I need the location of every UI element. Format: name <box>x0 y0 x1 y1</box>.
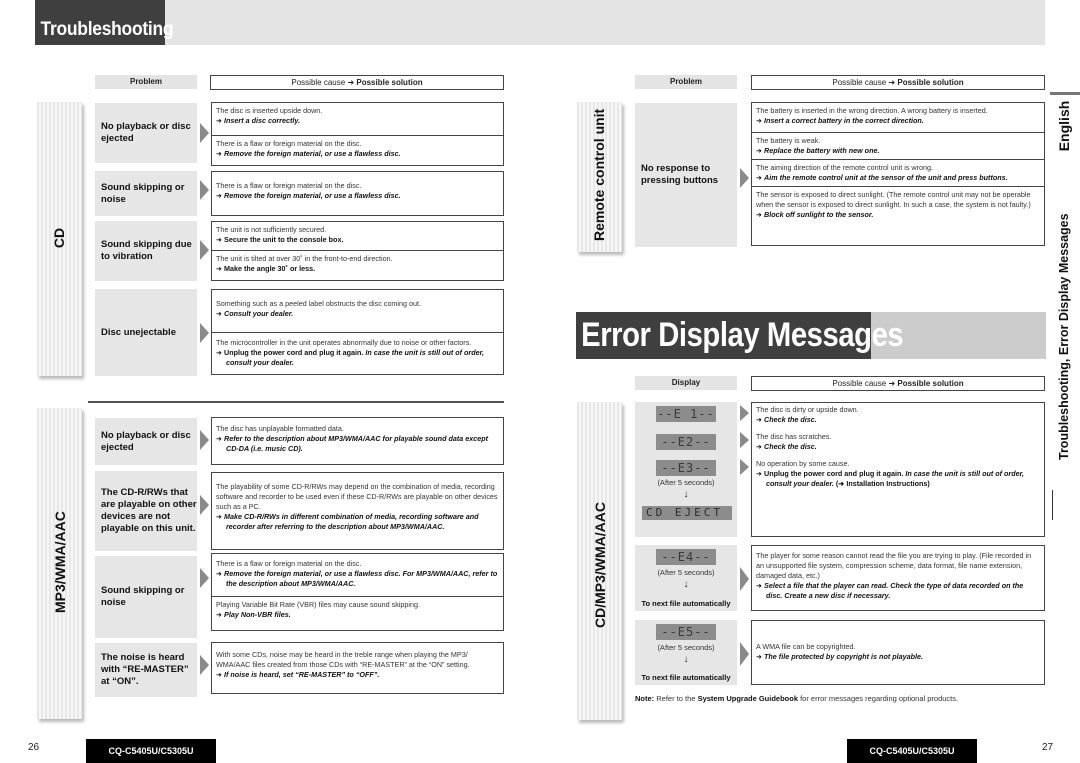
cause-cell: The unit is tilted at over 30˚ in the fr… <box>212 250 503 277</box>
cause-cell: A WMA file can be copyrighted. ➜ The fil… <box>756 642 923 661</box>
arrow-icon <box>200 240 209 260</box>
cause-box: The playability of some CD-R/RWs may dep… <box>211 472 504 550</box>
cause-cell: Playing Variable Bit Rate (VBR) files ma… <box>212 596 503 623</box>
cause-box: Something such as a peeled label obstruc… <box>211 289 504 375</box>
problem-no-response: No response to pressing buttons <box>635 103 737 247</box>
down-arrow-icon: ↓ <box>683 489 689 500</box>
display-column-header: Display <box>635 376 737 390</box>
lcd-display-e4: --E4-- <box>656 549 716 565</box>
error-display-title: Error Display Messages <box>576 312 904 359</box>
model-label: CQ-C5405U/C5305U <box>847 739 977 763</box>
lcd-display-e1: --E 1-- <box>656 406 716 422</box>
lcd-display-e3: --E3-- <box>656 460 716 476</box>
cause-cell: The aiming direction of the remote contr… <box>752 159 1044 186</box>
cause-cell: Something such as a peeled label obstruc… <box>216 299 421 318</box>
lcd-display-e5: --E5-- <box>656 624 716 640</box>
arrow-icon <box>200 180 209 200</box>
side-tab-divider <box>1052 490 1053 520</box>
cause-cell: The disc has unplayable formatted data. … <box>216 424 489 453</box>
page-number: 26 <box>28 742 40 753</box>
cause-box: The battery is inserted in the wrong dir… <box>751 102 1045 246</box>
arrow-icon <box>200 655 209 675</box>
problem-sound-skipping-mp3: Sound skipping or noise <box>95 556 197 638</box>
cause-box: With some CDs, noise may be heard in the… <box>211 642 504 694</box>
arrow-icon <box>740 642 749 666</box>
arrow-icon <box>740 432 749 448</box>
section-divider <box>88 401 504 403</box>
cause-box: A WMA file can be copyrighted. ➜ The fil… <box>751 620 1045 685</box>
arrow-icon <box>740 405 749 421</box>
problem-column-header: Problem <box>635 75 737 89</box>
page-number: 27 <box>1042 742 1054 753</box>
problem-no-playback-mp3: No playback or disc ejected <box>95 418 197 465</box>
section-side-label: Troubleshooting, Error Display Messages <box>1057 213 1071 460</box>
section-tab-remote-control: Remote control unit <box>577 102 622 252</box>
title-bar-background <box>35 0 1045 45</box>
cause-box: The disc is dirty or upside down. ➜ Chec… <box>751 402 1045 537</box>
cause-cell: The unit is not sufficiently secured. ➜ … <box>216 225 344 244</box>
cause-cell: The playability of some CD-R/RWs may dep… <box>216 482 498 531</box>
cause-cell: No operation by some cause. ➜ Unplug the… <box>756 459 1025 488</box>
after-5-seconds-label: (After 5 seconds) <box>657 478 715 487</box>
cause-column-header: Possible cause ➜ Possible solution <box>210 75 504 90</box>
next-file-label: To next file automatically <box>641 599 731 608</box>
problem-sound-skipping-cd: Sound skipping or noise <box>95 171 197 216</box>
down-arrow-icon: ↓ <box>683 654 689 665</box>
arrow-icon <box>200 123 209 143</box>
cause-cell: There is a flaw or foreign material on t… <box>216 559 498 588</box>
cause-cell: The battery is weak. ➜ Replace the batte… <box>752 132 1044 159</box>
after-5-seconds-label: (After 5 seconds) <box>657 568 715 577</box>
arrow-icon <box>200 430 209 450</box>
section-tab-cd: CD <box>37 102 82 376</box>
cause-cell: The sensor is exposed to direct sunlight… <box>752 186 1044 223</box>
arrow-icon <box>200 568 209 588</box>
note-text: Note: Refer to the System Upgrade Guideb… <box>635 694 959 703</box>
down-arrow-icon: ↓ <box>683 579 689 590</box>
cause-cell: The battery is inserted in the wrong dir… <box>756 106 988 125</box>
after-5-seconds-label: (After 5 seconds) <box>657 643 715 652</box>
section-tab-mp3-wma-aac: MP3/WMA/AAC <box>37 408 82 719</box>
cause-cell: There is a flaw or foreign material on t… <box>216 181 401 200</box>
problem-vibration-cd: Sound skipping due to vibration <box>95 221 197 281</box>
cause-column-header: Possible cause ➜ Possible solution <box>751 75 1045 90</box>
cause-box: The disc is inserted upside down. ➜ Inse… <box>211 102 504 166</box>
model-label: CQ-C5405U/C5305U <box>86 739 216 763</box>
cause-cell: The player for some reason cannot read t… <box>756 551 1032 600</box>
troubleshooting-title: Troubleshooting <box>35 0 174 45</box>
problem-no-playback-cd: No playback or disc ejected <box>95 103 197 163</box>
problem-column-header: Problem <box>95 75 197 89</box>
arrow-icon <box>740 168 749 188</box>
section-tab-cd-mp3-wma-aac: CD/MP3/WMA/AAC <box>577 402 622 720</box>
cause-box: The unit is not sufficiently secured. ➜ … <box>211 221 504 281</box>
language-label: English <box>1056 100 1072 152</box>
cause-column-header: Possible cause ➜ Possible solution <box>751 376 1045 391</box>
cause-box: There is a flaw or foreign material on t… <box>211 171 504 216</box>
cause-cell: The disc is dirty or upside down. ➜ Chec… <box>756 405 859 424</box>
cause-cell: The disc has scratches. ➜ Check the disc… <box>756 432 832 451</box>
cause-cell: The microcontroller in the unit operates… <box>212 332 503 371</box>
problem-remaster-noise: The noise is heard with “RE-MASTER” at “… <box>95 643 197 697</box>
cause-cell: There is a flaw or foreign material on t… <box>212 135 503 162</box>
arrow-icon <box>200 323 209 343</box>
problem-disc-unejectable: Disc unejectable <box>95 289 197 376</box>
lcd-display-cd-eject: CD EJECT <box>642 506 732 520</box>
cause-box: There is a flaw or foreign material on t… <box>211 553 504 631</box>
arrow-icon <box>740 567 749 591</box>
arrow-icon <box>200 495 209 515</box>
cause-box: The disc has unplayable formatted data. … <box>211 417 504 465</box>
next-file-label: To next file automatically <box>641 673 731 682</box>
problem-cdr-not-playable: The CD-R/RWs that are playable on other … <box>95 471 197 551</box>
side-tab-marker <box>1050 92 1080 95</box>
arrow-icon <box>740 459 749 475</box>
cause-cell: The disc is inserted upside down. ➜ Inse… <box>216 106 323 125</box>
cause-cell: With some CDs, noise may be heard in the… <box>216 650 470 679</box>
lcd-display-e2: --E2-- <box>656 434 716 450</box>
cause-box: The player for some reason cannot read t… <box>751 545 1045 611</box>
